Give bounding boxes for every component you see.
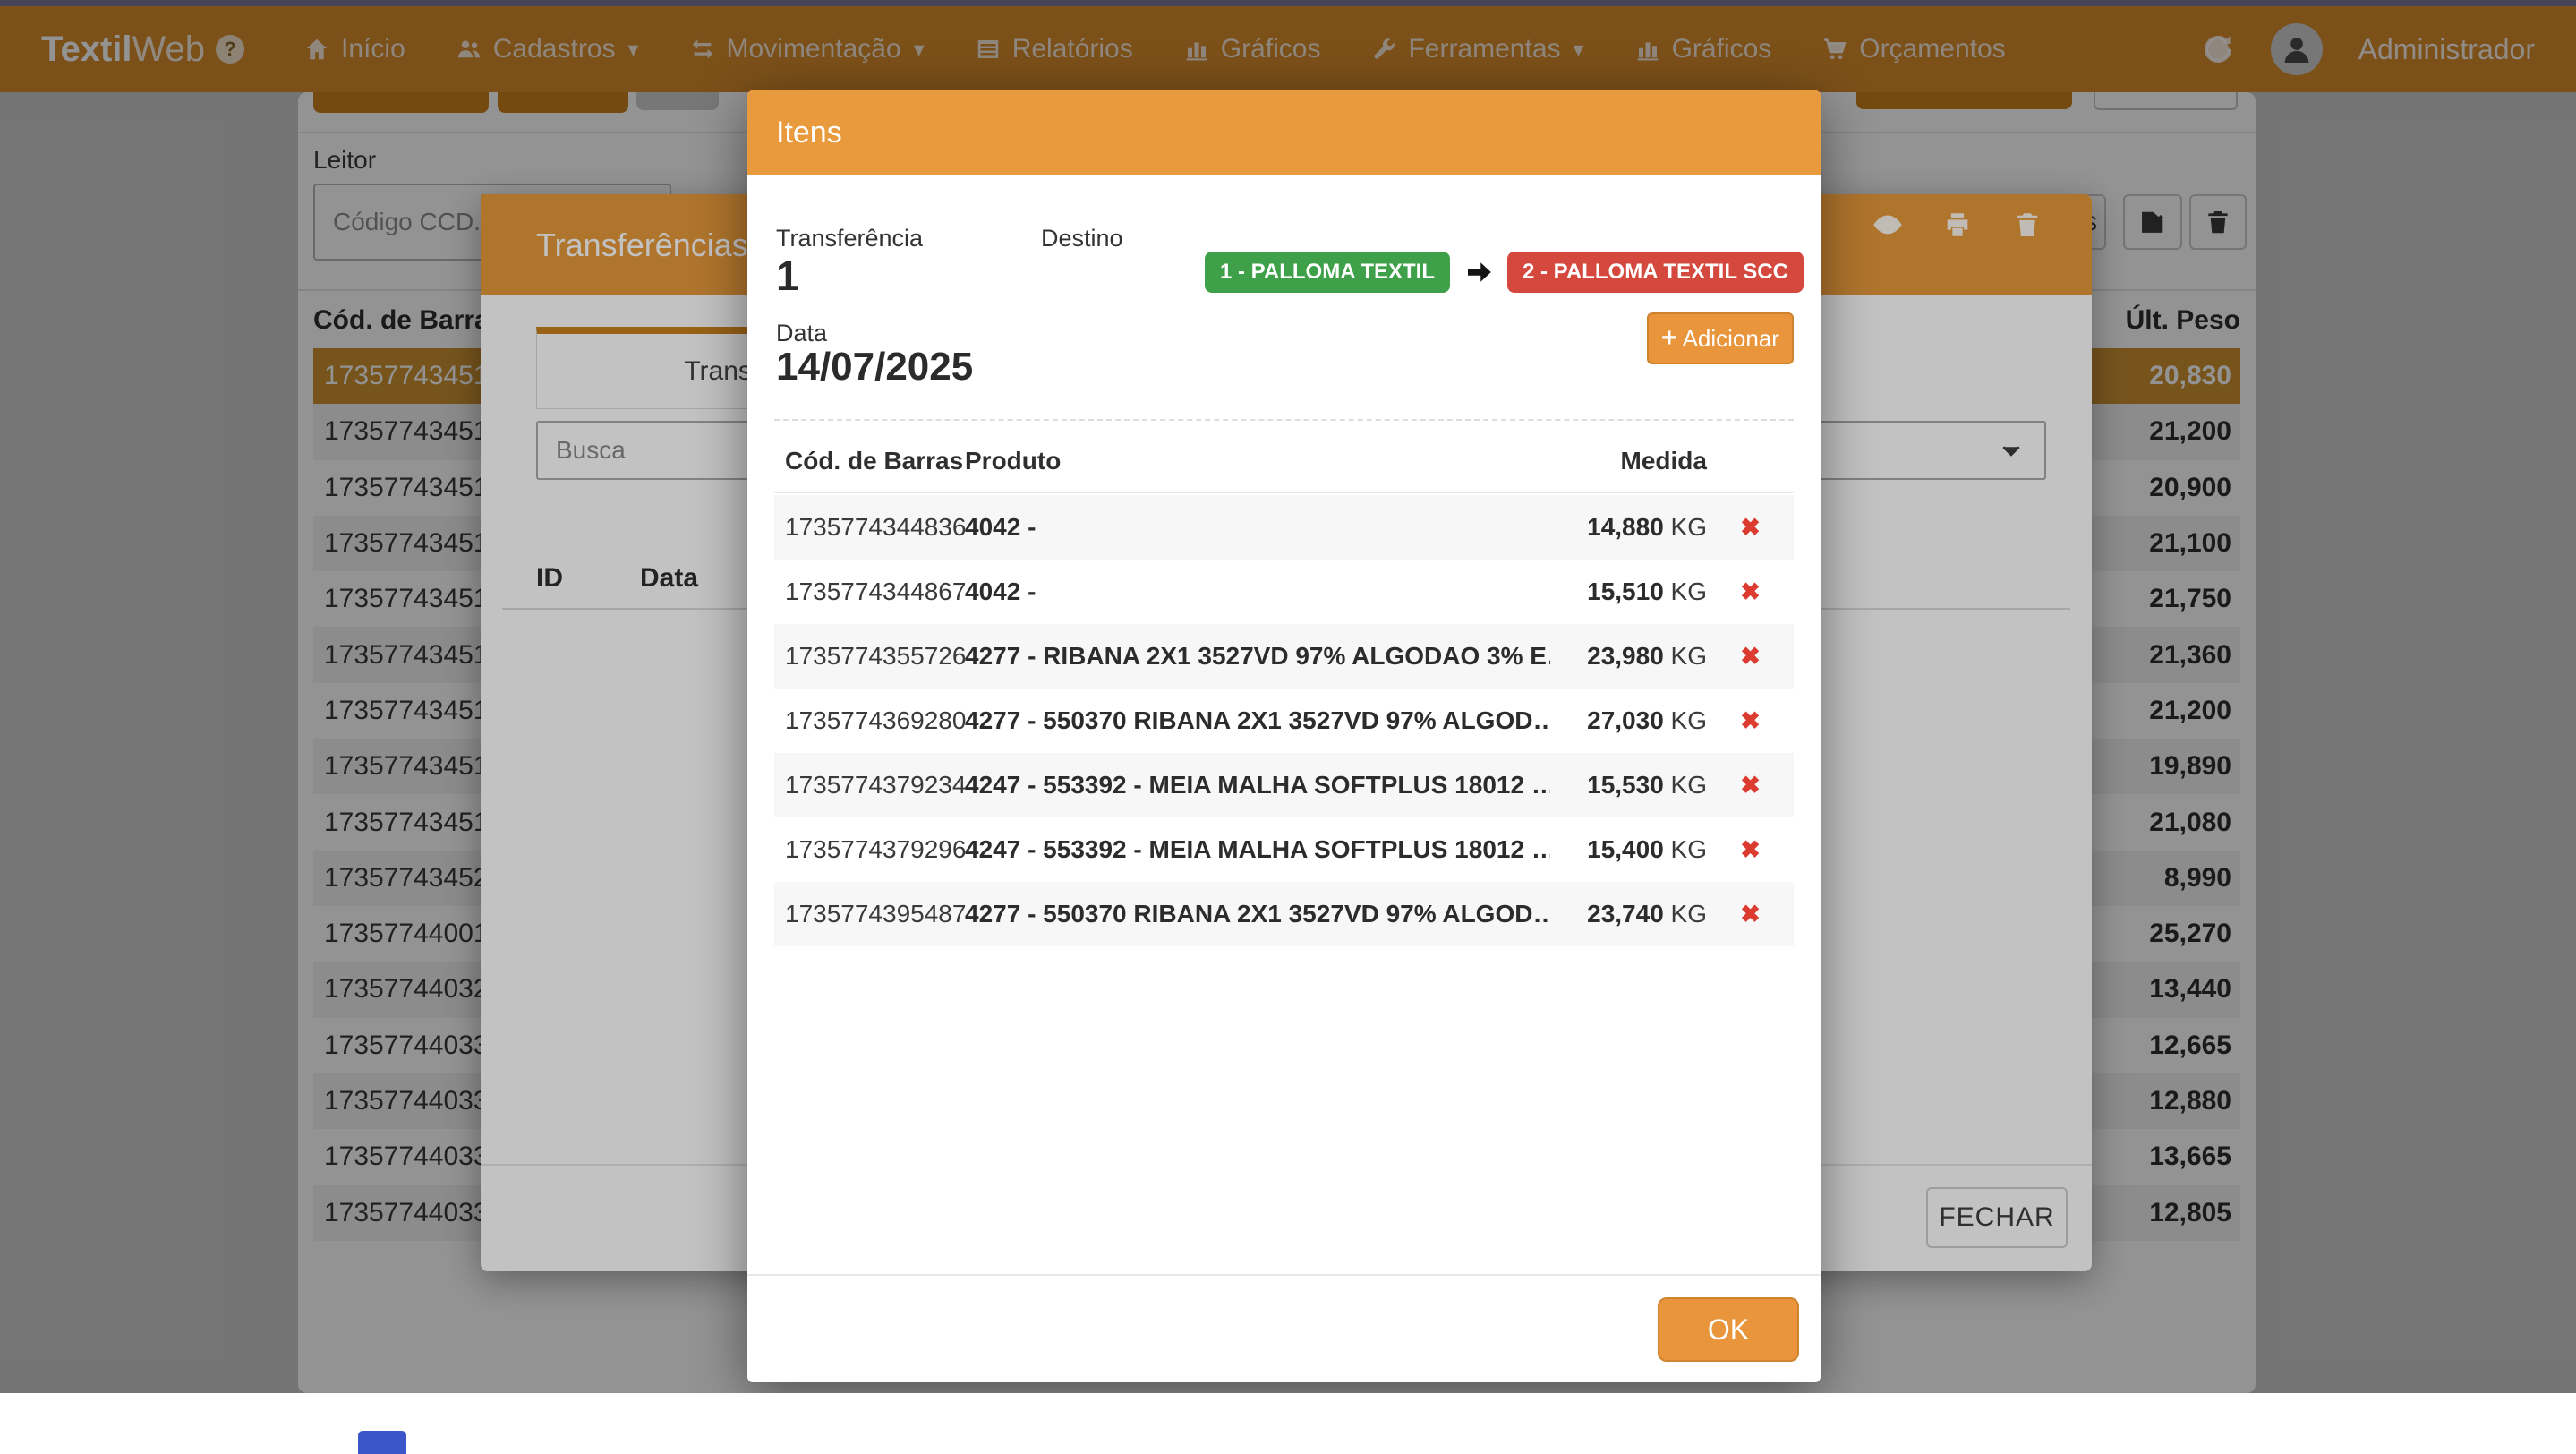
column-header-produto: Produto [965,447,1550,475]
items-modal-header: Itens [747,90,1821,175]
item-medida: 14,880 KG [1550,513,1707,542]
item-barcode: 1735774379234 [774,771,965,800]
plus-icon: + [1661,323,1677,354]
item-row: 17357743954874277 - 550370 RIBANA 2X1 35… [774,882,1794,946]
item-barcode: 1735774395487 [774,900,965,928]
destination-badges: 1 - PALLOMA TEXTIL 2 - PALLOMA TEXTIL SC… [1205,252,1804,293]
item-produto: 4277 - 550370 RIBANA 2X1 3527VD 97% ALGO… [965,706,1550,735]
remove-item-icon[interactable]: ✖ [1707,514,1794,542]
item-produto: 4042 - [965,577,1550,606]
item-produto: 4277 - 550370 RIBANA 2X1 3527VD 97% ALGO… [965,900,1550,928]
divider [774,492,1794,493]
item-row: 17357743792344247 - 553392 - MEIA MALHA … [774,753,1794,817]
item-produto: 4042 - [965,513,1550,542]
item-barcode: 1735774344836 [774,513,965,542]
remove-item-icon[interactable]: ✖ [1707,901,1794,928]
items-modal: Itens Transferência Destino 1 1 - PALLOM… [747,90,1821,1382]
data-value: 14/07/2025 [776,345,973,389]
item-produto: 4277 - RIBANA 2X1 3527VD 97% ALGODAO 3% … [965,642,1550,671]
item-medida: 15,400 KG [1550,835,1707,864]
items-table-header: Cód. de Barras Produto Medida [774,447,1794,475]
partial-blue-button[interactable] [358,1431,406,1454]
transferencia-value: 1 [776,252,799,300]
item-row: 17357743792964247 - 553392 - MEIA MALHA … [774,817,1794,882]
item-produto: 4247 - 553392 - MEIA MALHA SOFTPLUS 1801… [965,835,1550,864]
item-medida: 15,510 KG [1550,577,1707,606]
remove-item-icon[interactable]: ✖ [1707,643,1794,671]
item-barcode: 1735774344867 [774,577,965,606]
dashed-divider [774,419,1794,421]
column-header-medida: Medida [1550,447,1707,475]
adicionar-button[interactable]: + Adicionar [1647,312,1794,364]
item-medida: 27,030 KG [1550,706,1707,735]
remove-item-icon[interactable]: ✖ [1707,578,1794,606]
adicionar-label: Adicionar [1683,325,1779,353]
items-modal-title: Itens [776,115,842,150]
origin-badge: 1 - PALLOMA TEXTIL [1205,252,1450,293]
items-table: 17357743448364042 -14,880 KG✖17357743448… [774,495,1794,946]
item-row: 17357743557264277 - RIBANA 2X1 3527VD 97… [774,624,1794,689]
arrow-right-icon [1463,256,1495,288]
data-label: Data [776,320,827,347]
item-barcode: 1735774355726 [774,642,965,671]
column-header-barcode: Cód. de Barras [774,447,965,475]
item-medida: 23,740 KG [1550,900,1707,928]
ok-button[interactable]: OK [1658,1297,1799,1362]
destino-label: Destino [1041,225,1123,252]
item-barcode: 1735774369280 [774,706,965,735]
remove-item-icon[interactable]: ✖ [1707,772,1794,800]
remove-item-icon[interactable]: ✖ [1707,836,1794,864]
divider [747,1274,1821,1276]
item-row: 17357743448364042 -14,880 KG✖ [774,495,1794,560]
item-medida: 23,980 KG [1550,642,1707,671]
item-produto: 4247 - 553392 - MEIA MALHA SOFTPLUS 1801… [965,771,1550,800]
remove-item-icon[interactable]: ✖ [1707,707,1794,735]
transferencia-label: Transferência [776,225,923,252]
item-row: 17357743448674042 -15,510 KG✖ [774,560,1794,624]
item-barcode: 1735774379296 [774,835,965,864]
destination-badge: 2 - PALLOMA TEXTIL SCC [1507,252,1804,293]
item-medida: 15,530 KG [1550,771,1707,800]
item-row: 17357743692804277 - 550370 RIBANA 2X1 35… [774,689,1794,753]
